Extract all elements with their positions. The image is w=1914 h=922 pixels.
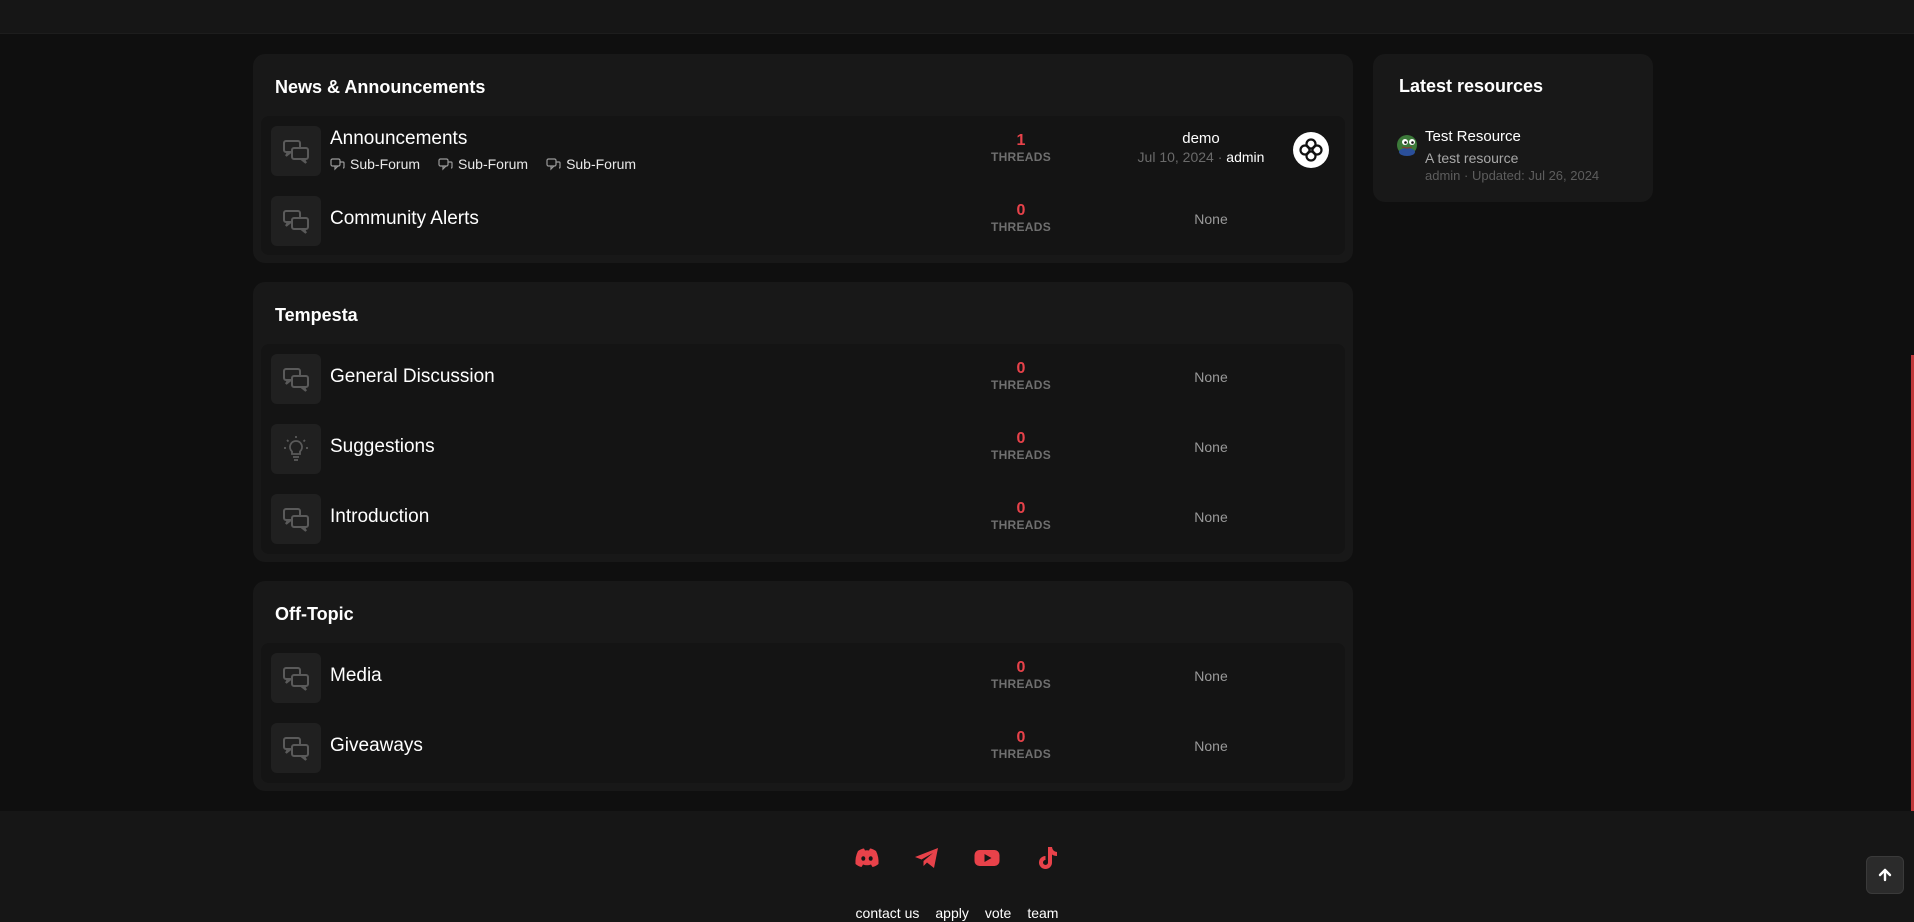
top-bar xyxy=(0,0,1914,34)
last-post-none: None xyxy=(1194,738,1228,754)
footer-link-vote[interactable]: vote xyxy=(985,905,1011,921)
last-post-user[interactable]: admin xyxy=(1226,149,1264,165)
forum-row-giveaways[interactable]: Giveaways 0 THREADS None xyxy=(261,713,1345,783)
subforum-link[interactable]: Sub-Forum xyxy=(330,156,420,172)
subforum-list: Sub-Forum Sub-Forum Sub-Forum xyxy=(330,156,636,172)
subforum-link[interactable]: Sub-Forum xyxy=(438,156,528,172)
thread-count: 0 THREADS xyxy=(976,202,1066,234)
arrow-up-icon xyxy=(1878,868,1892,882)
thread-count-value: 0 xyxy=(1016,202,1026,219)
chat-icon xyxy=(330,157,345,170)
forum-row-introduction[interactable]: Introduction 0 THREADS None xyxy=(261,484,1345,554)
thread-count-label: THREADS xyxy=(990,378,1052,392)
back-to-top-button[interactable] xyxy=(1866,856,1904,894)
thread-count-value: 0 xyxy=(1016,360,1026,377)
lightbulb-icon xyxy=(271,424,321,474)
thread-count-value: 1 xyxy=(1016,132,1026,149)
thread-count: 1 THREADS xyxy=(976,132,1066,164)
footer-link-apply[interactable]: apply xyxy=(935,905,968,921)
subforum-link[interactable]: Sub-Forum xyxy=(546,156,636,172)
thread-count-label: THREADS xyxy=(990,677,1052,691)
chat-bubbles-icon xyxy=(271,126,321,176)
forum-title[interactable]: Giveaways xyxy=(330,735,423,757)
thread-count-value: 0 xyxy=(1016,659,1026,676)
thread-count: 0 THREADS xyxy=(976,360,1066,392)
resource-meta: admin · Updated: Jul 26, 2024 xyxy=(1425,168,1600,183)
category-tempesta: Tempesta General Discussion 0 THREADS No… xyxy=(253,282,1353,562)
thread-count-label: THREADS xyxy=(990,747,1052,761)
forum-title[interactable]: Announcements xyxy=(330,128,467,150)
chat-bubbles-icon xyxy=(271,653,321,703)
forum-row-suggestions[interactable]: Suggestions 0 THREADS None xyxy=(261,414,1345,484)
thread-count-label: THREADS xyxy=(990,518,1052,532)
footer-links: contact us apply vote team xyxy=(0,905,1914,921)
category-title[interactable]: News & Announcements xyxy=(275,77,485,98)
chat-icon xyxy=(546,157,561,170)
subforum-label: Sub-Forum xyxy=(458,156,529,172)
thread-count-label: THREADS xyxy=(990,150,1052,164)
latest-resources-widget: Latest resources Test Resource A test re… xyxy=(1373,54,1653,202)
forum-title[interactable]: Community Alerts xyxy=(330,208,479,230)
chat-icon xyxy=(438,157,453,170)
forum-row-media[interactable]: Media 0 THREADS None xyxy=(261,643,1345,713)
thread-count: 0 THREADS xyxy=(976,430,1066,462)
resource-title[interactable]: Test Resource xyxy=(1425,128,1521,145)
forum-title[interactable]: Suggestions xyxy=(330,436,435,458)
thread-count-label: THREADS xyxy=(990,448,1052,462)
last-post-date: Jul 10, 2024 xyxy=(1137,149,1214,165)
thread-count-label: THREADS xyxy=(990,220,1052,234)
last-post-title[interactable]: demo xyxy=(1091,130,1311,147)
subforum-label: Sub-Forum xyxy=(566,156,637,172)
youtube-icon xyxy=(974,850,1000,866)
category-title[interactable]: Off-Topic xyxy=(275,604,354,625)
chat-bubbles-icon xyxy=(271,494,321,544)
last-post-none: None xyxy=(1194,509,1228,525)
resource-avatar[interactable] xyxy=(1395,132,1419,156)
subforum-label: Sub-Forum xyxy=(350,156,421,172)
footer-link-team[interactable]: team xyxy=(1027,905,1058,921)
telegram-icon xyxy=(915,848,938,868)
forum-row-community-alerts[interactable]: Community Alerts 0 THREADS None xyxy=(261,186,1345,256)
youtube-link[interactable] xyxy=(972,843,1002,873)
footer: contact us apply vote team xyxy=(0,811,1914,922)
forum-title[interactable]: Introduction xyxy=(330,506,429,528)
last-post-none: None xyxy=(1194,439,1228,455)
thread-count: 0 THREADS xyxy=(976,659,1066,691)
last-post-none: None xyxy=(1194,369,1228,385)
last-post-meta: Jul 10, 2024 · admin xyxy=(1091,149,1311,165)
thread-count: 0 THREADS xyxy=(976,500,1066,532)
forum-row-announcements[interactable]: Announcements Sub-Forum Sub-Forum Sub-Fo… xyxy=(261,116,1345,186)
sidebar-title[interactable]: Latest resources xyxy=(1399,76,1543,97)
discord-link[interactable] xyxy=(852,843,882,873)
last-post-none: None xyxy=(1194,668,1228,684)
forum-row-general-discussion[interactable]: General Discussion 0 THREADS None xyxy=(261,344,1345,414)
thread-count-value: 0 xyxy=(1016,430,1026,447)
meta-separator: · xyxy=(1217,149,1223,165)
chat-bubbles-icon xyxy=(271,196,321,246)
tiktok-icon xyxy=(1039,847,1057,869)
category-news-announcements: News & Announcements Announcements Sub-F… xyxy=(253,54,1353,263)
avatar[interactable] xyxy=(1293,132,1329,168)
footer-link-contact[interactable]: contact us xyxy=(856,905,920,921)
resource-description: A test resource xyxy=(1425,150,1519,166)
chat-bubbles-icon xyxy=(271,723,321,773)
last-post: demo Jul 10, 2024 · admin xyxy=(1091,130,1311,165)
category-off-topic: Off-Topic Media 0 THREADS None Giveaways… xyxy=(253,581,1353,791)
frog-avatar-icon xyxy=(1397,135,1417,156)
forum-title[interactable]: General Discussion xyxy=(330,366,495,388)
chat-bubbles-icon xyxy=(271,354,321,404)
thread-count: 0 THREADS xyxy=(976,729,1066,761)
social-links xyxy=(0,843,1914,873)
thread-count-value: 0 xyxy=(1016,500,1026,517)
last-post-none: None xyxy=(1194,211,1228,227)
discord-icon xyxy=(855,848,879,867)
forum-title[interactable]: Media xyxy=(330,665,382,687)
category-title[interactable]: Tempesta xyxy=(275,305,358,326)
avatar-logo-icon xyxy=(1299,138,1323,162)
tiktok-link[interactable] xyxy=(1032,843,1062,873)
thread-count-value: 0 xyxy=(1016,729,1026,746)
telegram-link[interactable] xyxy=(912,843,942,873)
